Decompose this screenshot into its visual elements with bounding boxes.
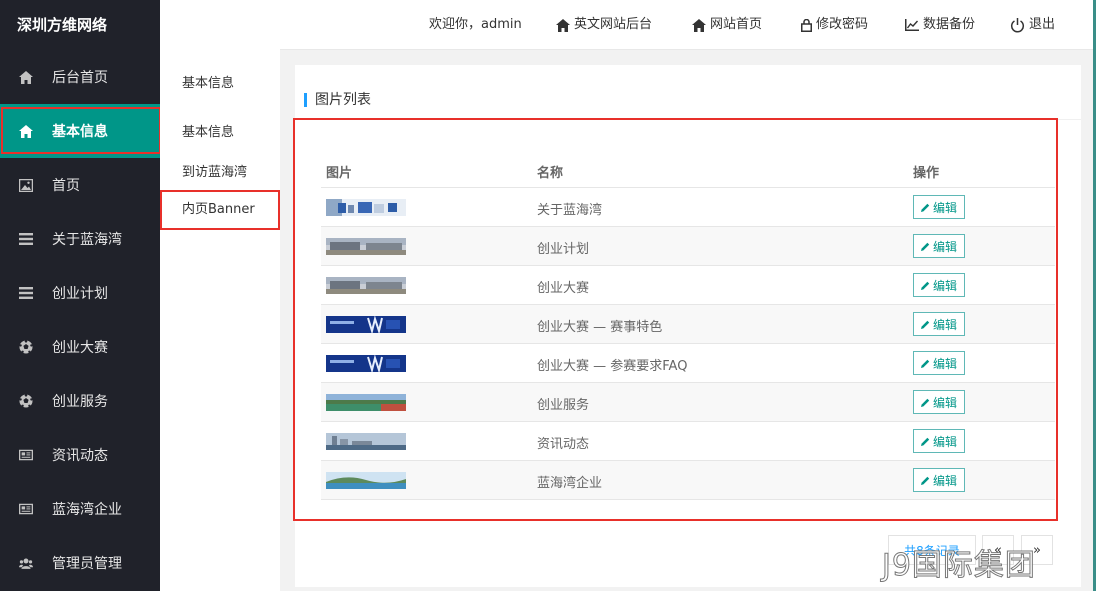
sidebar-item-basic-info[interactable]: 基本信息 [0, 104, 160, 158]
edit-button[interactable]: 编辑 [913, 390, 965, 414]
table-row: 创业计划 编辑 [321, 227, 1055, 266]
edit-button[interactable]: 编辑 [913, 273, 965, 297]
edit-button[interactable]: 编辑 [913, 234, 965, 258]
home-icon [692, 18, 706, 32]
sidebar-item-service[interactable]: 创业服务 [0, 374, 160, 428]
sidebar-item-plan[interactable]: 创业计划 [0, 266, 160, 320]
top-header: 欢迎你，admin 英文网站后台 网站首页 修改密码 数据备份 退出 [160, 0, 1096, 50]
edit-button[interactable]: 编辑 [913, 195, 965, 219]
logout-link[interactable]: 退出 [1010, 0, 1055, 50]
row-name: 创业计划 [537, 242, 590, 257]
sub-navigation: 基本信息 基本信息 到访蓝海湾 内页Banner [160, 0, 280, 591]
pencil-icon [920, 320, 930, 329]
soccer-ball-icon [19, 394, 33, 408]
subnav-title: 基本信息 [182, 76, 235, 91]
banner-thumbnail [326, 277, 406, 294]
row-name: 资讯动态 [537, 437, 590, 452]
table-row: 创业大赛 — 参赛要求FAQ 编辑 [321, 344, 1055, 383]
subnav-item-inner-banner[interactable]: 内页Banner [160, 191, 278, 229]
table-row: 创业服务 编辑 [321, 383, 1055, 422]
english-admin-link[interactable]: 英文网站后台 [556, 0, 652, 50]
row-name: 关于蓝海湾 [537, 203, 603, 218]
pencil-icon [920, 281, 930, 290]
line-chart-icon [905, 19, 919, 31]
sidebar-item-contest[interactable]: 创业大赛 [0, 320, 160, 374]
soccer-ball-icon [19, 340, 33, 354]
home-icon [19, 124, 33, 138]
newspaper-icon [19, 448, 33, 462]
sidebar-item-label: 管理员管理 [52, 556, 122, 572]
table-row: 资讯动态 编辑 [321, 422, 1055, 461]
panel-title: 图片列表 [315, 92, 371, 108]
newspaper-icon [19, 502, 33, 516]
change-password-link[interactable]: 修改密码 [801, 0, 868, 50]
banner-thumbnail [326, 355, 406, 372]
banner-thumbnail [326, 394, 406, 411]
home-icon [19, 70, 33, 84]
banner-thumbnail [326, 316, 406, 333]
table-header: 图片 名称 操作 [321, 150, 1055, 188]
edit-button[interactable]: 编辑 [913, 312, 965, 336]
sidebar-item-label: 基本信息 [52, 124, 108, 140]
table-row: 蓝海湾企业 编辑 [321, 461, 1055, 500]
data-backup-link[interactable]: 数据备份 [905, 0, 975, 50]
sidebar-item-label: 资讯动态 [52, 448, 108, 464]
welcome-text: 欢迎你，admin [429, 17, 522, 32]
menu-lines-icon [19, 286, 33, 300]
sidebar-item-admins[interactable]: 管理员管理 [0, 536, 160, 590]
pencil-icon [920, 203, 930, 212]
sidebar-item-label: 蓝海湾企业 [52, 502, 122, 518]
sidebar-item-label: 创业计划 [52, 286, 108, 302]
power-icon [1010, 17, 1025, 33]
banner-thumbnail [326, 199, 406, 216]
sidebar-item-label: 创业服务 [52, 394, 108, 410]
column-header-name: 名称 [537, 166, 564, 181]
table-row: 创业大赛 编辑 [321, 266, 1055, 305]
edit-button[interactable]: 编辑 [913, 468, 965, 492]
lock-icon [801, 18, 812, 32]
users-icon [19, 556, 33, 570]
subnav-item-basic-info[interactable]: 基本信息 [182, 121, 234, 140]
banner-thumbnail [326, 433, 406, 450]
column-header-image: 图片 [326, 166, 353, 181]
edit-button[interactable]: 编辑 [913, 351, 965, 375]
title-accent-bar [304, 93, 307, 107]
pencil-icon [920, 242, 930, 251]
row-name: 创业服务 [537, 398, 590, 413]
banner-thumbnail [326, 238, 406, 255]
watermark: J9国际集团 [882, 548, 1036, 584]
picture-icon [19, 178, 33, 192]
sidebar-item-news[interactable]: 资讯动态 [0, 428, 160, 482]
row-name: 创业大赛 [537, 281, 590, 296]
app-logo: 深圳方维网络 [17, 16, 108, 34]
pencil-icon [920, 437, 930, 446]
home-icon [556, 18, 570, 32]
pencil-icon [920, 476, 930, 485]
panel-header: 图片列表 [295, 65, 1081, 120]
sidebar-item-label: 创业大赛 [52, 340, 108, 356]
banner-thumbnail [326, 472, 406, 489]
pencil-icon [920, 398, 930, 407]
table-row: 创业大赛 — 赛事特色 编辑 [321, 305, 1055, 344]
sidebar-item-label: 首页 [52, 178, 80, 194]
sidebar-item-label: 关于蓝海湾 [52, 232, 122, 248]
subnav-item-visit[interactable]: 到访蓝海湾 [182, 161, 247, 180]
column-header-action: 操作 [913, 166, 940, 181]
site-home-link[interactable]: 网站首页 [692, 0, 762, 50]
sidebar-item-dashboard[interactable]: 后台首页 [0, 50, 160, 104]
table-row: 关于蓝海湾 编辑 [321, 188, 1055, 227]
sidebar-item-companies[interactable]: 蓝海湾企业 [0, 482, 160, 536]
row-name: 蓝海湾企业 [537, 476, 603, 491]
pencil-icon [920, 359, 930, 368]
edit-button[interactable]: 编辑 [913, 429, 965, 453]
row-name: 创业大赛 — 参赛要求FAQ [537, 359, 688, 374]
sidebar-item-about[interactable]: 关于蓝海湾 [0, 212, 160, 266]
sidebar-item-label: 后台首页 [52, 70, 108, 86]
menu-lines-icon [19, 232, 33, 246]
sidebar-item-home[interactable]: 首页 [0, 158, 160, 212]
row-name: 创业大赛 — 赛事特色 [537, 320, 663, 335]
